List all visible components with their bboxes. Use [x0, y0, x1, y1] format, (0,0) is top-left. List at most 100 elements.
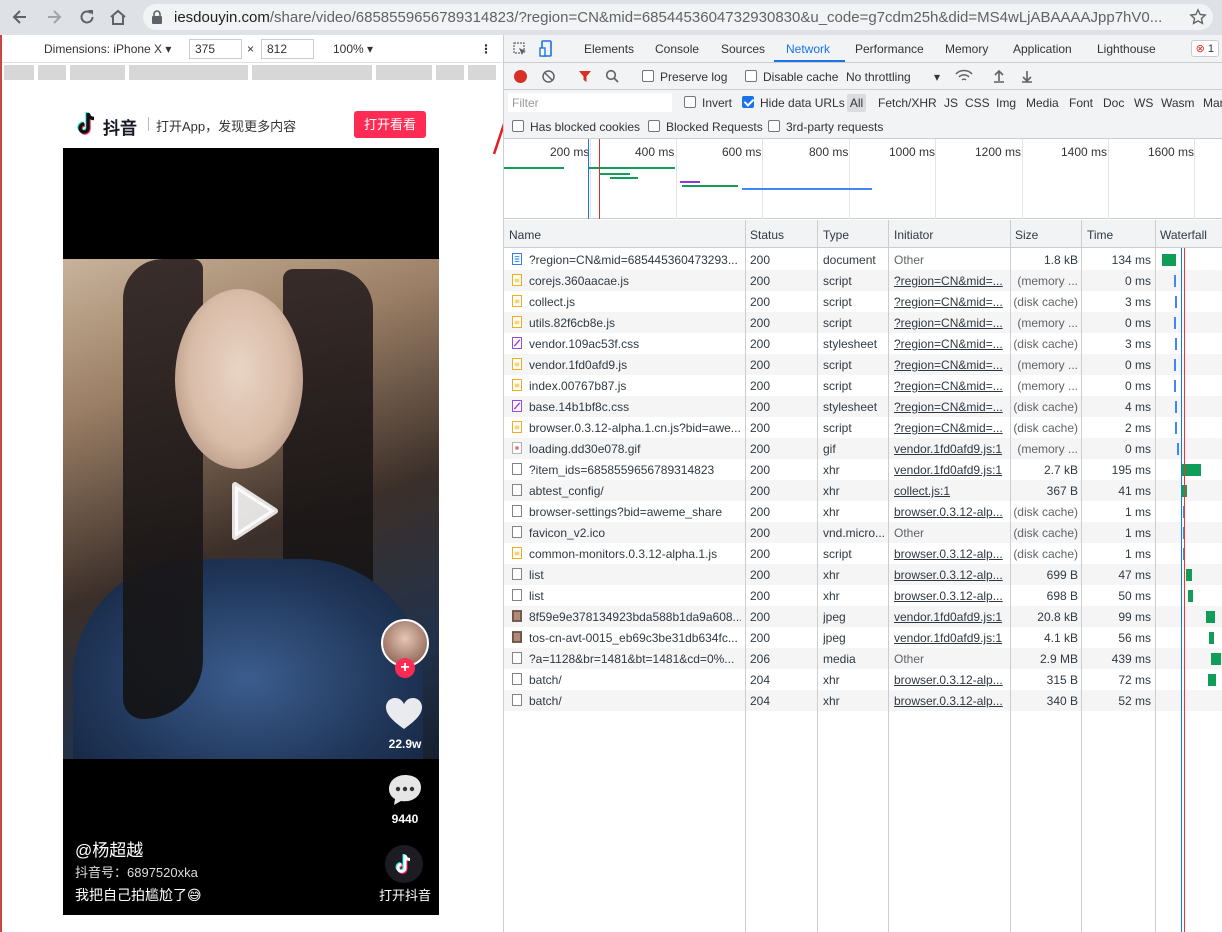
request-name[interactable]: batch/: [529, 694, 741, 708]
table-row[interactable]: utils.82f6cb8e.js 200 script ?region=CN&mid…: [504, 312, 1222, 333]
request-name[interactable]: batch/: [529, 673, 741, 687]
comment-icon[interactable]: [387, 773, 423, 807]
column-waterfall[interactable]: Waterfall: [1160, 228, 1207, 242]
follow-plus-icon[interactable]: +: [395, 658, 415, 678]
import-har-icon[interactable]: [993, 69, 1005, 83]
request-initiator[interactable]: vendor.1fd0afd9.js:1: [894, 610, 1006, 624]
request-name[interactable]: browser-settings?bid=aweme_share: [529, 505, 741, 519]
tab-performance[interactable]: Performance: [855, 42, 924, 56]
open-app-button[interactable]: 打开看看: [354, 111, 426, 138]
address-bar[interactable]: iesdouyin.com/share/video/68585596567893…: [143, 4, 1213, 30]
table-row[interactable]: loading.dd30e078.gif 200 gif vendor.1fd0afd…: [504, 438, 1222, 459]
request-initiator[interactable]: browser.0.3.12-alp...: [894, 505, 1006, 519]
request-name[interactable]: index.00767b87.js: [529, 379, 741, 393]
table-row[interactable]: batch/204 xhr browser.0.3.12-alp... 340 B 52…: [504, 690, 1222, 711]
filter-js[interactable]: JS: [944, 96, 958, 110]
throttling-select[interactable]: No throttling ▾: [846, 70, 940, 84]
column-name[interactable]: Name: [509, 228, 541, 242]
media-query-bar[interactable]: [4, 65, 496, 80]
request-name[interactable]: tos-cn-avt-0015_eb69c3be31db634fc...: [529, 631, 741, 645]
column-status[interactable]: Status: [750, 228, 784, 242]
request-name[interactable]: abtest_config/: [529, 484, 741, 498]
hide-data-urls-checkbox[interactable]: [742, 96, 754, 108]
request-name[interactable]: vendor.1fd0afd9.js: [529, 358, 741, 372]
invert-checkbox[interactable]: [684, 96, 696, 108]
table-row[interactable]: abtest_config/200 xhr collect.js:1 367 B 41 …: [504, 480, 1222, 501]
filter-ws[interactable]: WS: [1134, 96, 1153, 110]
filter-wasm[interactable]: Wasm: [1161, 96, 1195, 110]
table-row[interactable]: base.14b1bf8c.css 200 stylesheet ?region=CN…: [504, 396, 1222, 417]
tab-lighthouse[interactable]: Lighthouse: [1097, 42, 1156, 56]
tab-application[interactable]: Application: [1013, 42, 1072, 56]
douyin-app-icon[interactable]: [385, 845, 423, 883]
request-name[interactable]: loading.dd30e078.gif: [529, 442, 741, 456]
tab-console[interactable]: Console: [655, 42, 699, 56]
author-name[interactable]: @杨超越: [75, 836, 143, 861]
tab-elements[interactable]: Elements: [584, 42, 634, 56]
request-name[interactable]: vendor.109ac53f.css: [529, 337, 741, 351]
column-type[interactable]: Type: [823, 228, 849, 242]
tab-network[interactable]: Network: [786, 42, 830, 56]
request-initiator[interactable]: ?region=CN&mid=...: [894, 274, 1006, 288]
device-width-input[interactable]: 375: [189, 39, 242, 59]
request-initiator[interactable]: ?region=CN&mid=...: [894, 358, 1006, 372]
network-overview-timeline[interactable]: 200 ms 400 ms 600 ms 800 ms 1000 ms 1200…: [504, 139, 1222, 219]
request-initiator[interactable]: browser.0.3.12-alp...: [894, 589, 1006, 603]
table-row[interactable]: index.00767b87.js 200 script ?region=CN&mid…: [504, 375, 1222, 396]
request-name[interactable]: utils.82f6cb8e.js: [529, 316, 741, 330]
request-initiator[interactable]: ?region=CN&mid=...: [894, 421, 1006, 435]
filter-img[interactable]: Img: [996, 96, 1016, 110]
column-initiator[interactable]: Initiator: [894, 228, 933, 242]
network-conditions-icon[interactable]: [955, 69, 973, 83]
filter-icon[interactable]: [578, 70, 592, 83]
table-row[interactable]: browser-settings?bid=aweme_share 200 xhr br…: [504, 501, 1222, 522]
request-name[interactable]: common-monitors.0.3.12-alpha.1.js: [529, 547, 741, 561]
request-initiator[interactable]: ?region=CN&mid=...: [894, 400, 1006, 414]
filter-all-button[interactable]: All: [847, 94, 866, 112]
filter-doc[interactable]: Doc: [1103, 96, 1124, 110]
preserve-log-checkbox[interactable]: [642, 70, 654, 82]
table-row[interactable]: vendor.109ac53f.css 200 stylesheet ?region=…: [504, 333, 1222, 354]
request-initiator[interactable]: browser.0.3.12-alp...: [894, 673, 1006, 687]
export-har-icon[interactable]: [1021, 69, 1033, 83]
request-initiator[interactable]: browser.0.3.12-alp...: [894, 694, 1006, 708]
table-row[interactable]: corejs.360aacae.js 200 script ?region=CN&mi…: [504, 270, 1222, 291]
request-name[interactable]: corejs.360aacae.js: [529, 274, 741, 288]
request-initiator[interactable]: ?region=CN&mid=...: [894, 379, 1006, 393]
error-count-badge[interactable]: ⊗ 1: [1190, 40, 1219, 57]
blocked-cookies-checkbox[interactable]: [512, 120, 524, 132]
request-initiator[interactable]: browser.0.3.12-alp...: [894, 547, 1006, 561]
table-row[interactable]: browser.0.3.12-alpha.1.cn.js?bid=awe... 2…: [504, 417, 1222, 438]
blocked-requests-checkbox[interactable]: [648, 120, 660, 132]
tab-memory[interactable]: Memory: [945, 42, 988, 56]
request-initiator[interactable]: vendor.1fd0afd9.js:1: [894, 631, 1006, 645]
request-name[interactable]: 8f59e9e378134923bda588b1da9a608...: [529, 610, 741, 624]
filter-manifest[interactable]: Man: [1203, 96, 1222, 110]
filter-fetch-xhr[interactable]: Fetch/XHR: [878, 96, 937, 110]
request-initiator[interactable]: ?region=CN&mid=...: [894, 316, 1006, 330]
table-row[interactable]: ?item_ids=6858559656789314823 200 xhr vendo…: [504, 459, 1222, 480]
request-name[interactable]: collect.js: [529, 295, 741, 309]
request-name[interactable]: favicon_v2.ico: [529, 526, 741, 540]
zoom-select[interactable]: 100% ▾: [333, 42, 373, 56]
request-name[interactable]: ?a=1128&br=1481&bt=1481&cd=0%...: [529, 652, 741, 666]
table-row[interactable]: favicon_v2.ico 200 vnd.micro... Other (disk …: [504, 522, 1222, 543]
device-height-input[interactable]: 812: [261, 39, 314, 59]
filter-input[interactable]: Filter: [508, 93, 672, 112]
disable-cache-checkbox[interactable]: [745, 70, 757, 82]
table-row[interactable]: list 200 xhr browser.0.3.12-alp... 698 B 50 m…: [504, 585, 1222, 606]
filter-media[interactable]: Media: [1026, 96, 1059, 110]
table-row[interactable]: ?a=1128&br=1481&bt=1481&cd=0%... 206 media…: [504, 648, 1222, 669]
request-initiator[interactable]: ?region=CN&mid=...: [894, 337, 1006, 351]
request-name[interactable]: ?region=CN&mid=685445360473293...: [529, 253, 741, 267]
play-icon[interactable]: [229, 481, 279, 541]
request-initiator[interactable]: vendor.1fd0afd9.js:1: [894, 463, 1006, 477]
heart-icon[interactable]: [385, 697, 423, 731]
column-size[interactable]: Size: [1015, 228, 1038, 242]
table-row[interactable]: vendor.1fd0afd9.js 200 script ?region=CN&mi…: [504, 354, 1222, 375]
table-row[interactable]: batch/204 xhr browser.0.3.12-alp... 315 B 72…: [504, 669, 1222, 690]
tab-sources[interactable]: Sources: [721, 42, 765, 56]
table-row[interactable]: collect.js 200 script ?region=CN&mid=... (di…: [504, 291, 1222, 312]
reload-icon[interactable]: [77, 7, 97, 27]
request-name[interactable]: ?item_ids=6858559656789314823: [529, 463, 741, 477]
